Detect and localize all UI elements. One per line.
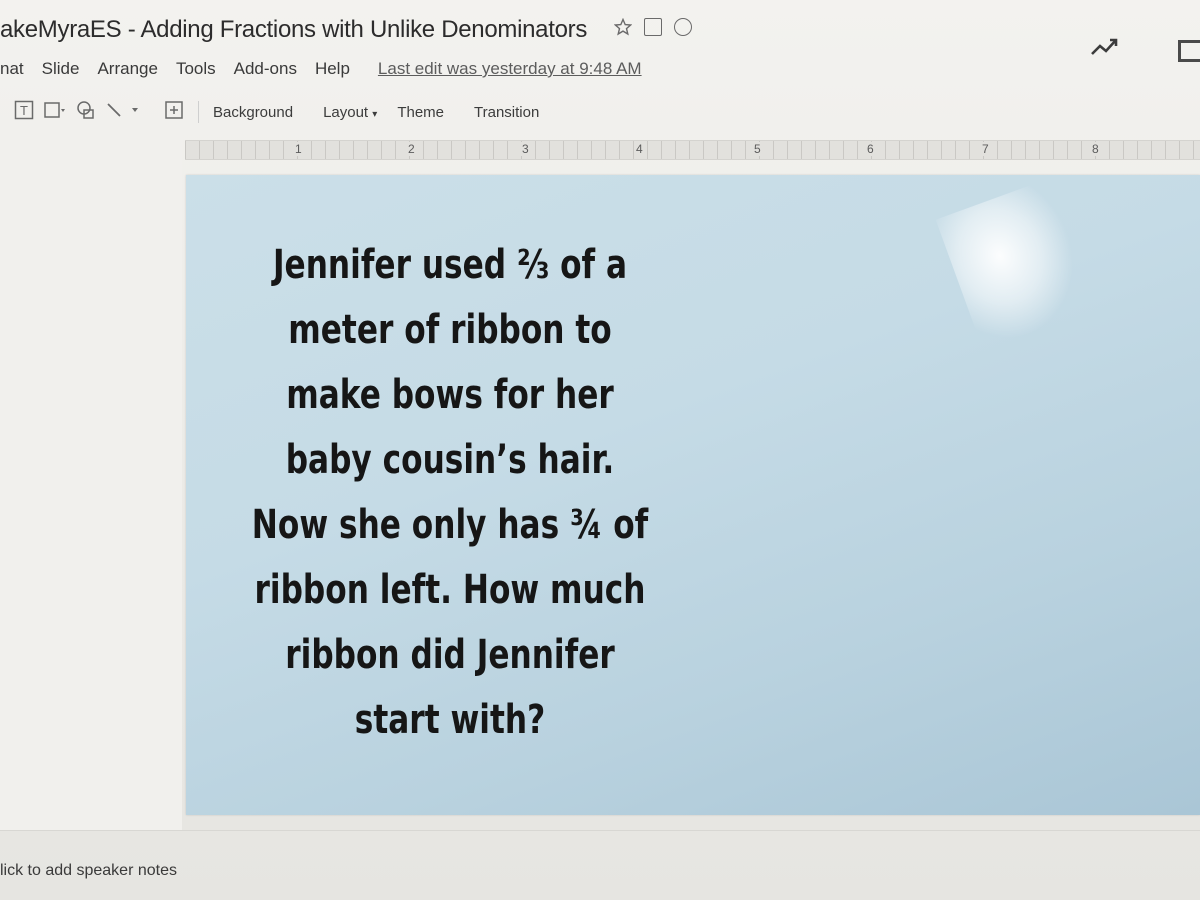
image-icon[interactable] [44, 100, 66, 125]
background-button[interactable]: Background [213, 104, 293, 121]
text-box-icon[interactable]: T [14, 100, 34, 125]
slide-filmstrip[interactable] [0, 130, 182, 830]
menu-add-ons[interactable]: Add-ons [234, 59, 297, 79]
slide-text-box[interactable]: Jennifer used ⅔ of a meter of ribbon to … [216, 233, 684, 753]
shape-icon[interactable] [76, 100, 96, 125]
slide-text-line: start with? [354, 697, 546, 743]
ruler-number: 4 [634, 142, 645, 156]
slide-canvas[interactable]: Jennifer used ⅔ of a meter of ribbon to … [186, 175, 1200, 815]
menu-bar: nat Slide Arrange Tools Add-ons Help Las… [0, 56, 1200, 82]
ruler-number: 3 [520, 142, 531, 156]
layout-label: Layout [323, 103, 369, 121]
ruler-number: 5 [752, 142, 763, 156]
ruler-number: 8 [1090, 142, 1101, 156]
notes-divider [0, 830, 1200, 831]
menu-arrange[interactable]: Arrange [97, 59, 157, 79]
ruler-number: 2 [406, 142, 417, 156]
slide-text-line: ribbon left. How much [254, 567, 646, 613]
svg-text:T: T [20, 103, 28, 118]
layout-button[interactable]: Layout ▾ [323, 104, 377, 121]
line-icon[interactable] [106, 100, 146, 125]
menu-tools[interactable]: Tools [176, 59, 216, 79]
speaker-notes-field[interactable]: lick to add speaker notes [0, 862, 177, 880]
toolbar: T Background Layout ▾ Theme Transition [0, 96, 1200, 128]
title-bar: akeMyraES - Adding Fractions with Unlike… [0, 12, 1200, 62]
ruler-number: 1 [293, 142, 304, 156]
ruler-number: 7 [980, 142, 991, 156]
toolbar-divider [198, 101, 199, 123]
new-comment-icon[interactable] [164, 100, 184, 125]
menu-help[interactable]: Help [315, 59, 350, 79]
title-icons [613, 17, 692, 36]
last-edit-link[interactable]: Last edit was yesterday at 9:48 AM [378, 59, 642, 79]
ruler-number: 6 [865, 142, 876, 156]
star-icon[interactable] [613, 17, 633, 36]
ruler-ticks [185, 141, 1200, 159]
slides-editor: akeMyraES - Adding Fractions with Unlike… [0, 0, 1200, 900]
slide-text-line: Now she only has ¾ of [251, 502, 649, 548]
slide-text-line: meter of ribbon to [288, 307, 612, 353]
theme-button[interactable]: Theme [397, 104, 444, 121]
slide-text-line: make bows for her [286, 372, 614, 418]
move-to-folder-icon[interactable] [644, 18, 662, 36]
slide-text-line: ribbon did Jennifer [285, 632, 615, 678]
horizontal-ruler: 1 2 3 4 5 6 7 8 [185, 140, 1200, 160]
transition-button[interactable]: Transition [474, 104, 539, 121]
slide-text-line: baby cousin’s hair. [285, 437, 615, 483]
slide-text-line: Jennifer used ⅔ of a [272, 242, 628, 288]
document-title[interactable]: akeMyraES - Adding Fractions with Unlike… [0, 16, 587, 44]
screen-glare [935, 178, 1097, 352]
chevron-down-icon: ▾ [372, 108, 378, 120]
menu-format[interactable]: nat [0, 59, 24, 79]
menu-slide[interactable]: Slide [42, 59, 80, 79]
cloud-status-icon[interactable] [674, 18, 692, 36]
